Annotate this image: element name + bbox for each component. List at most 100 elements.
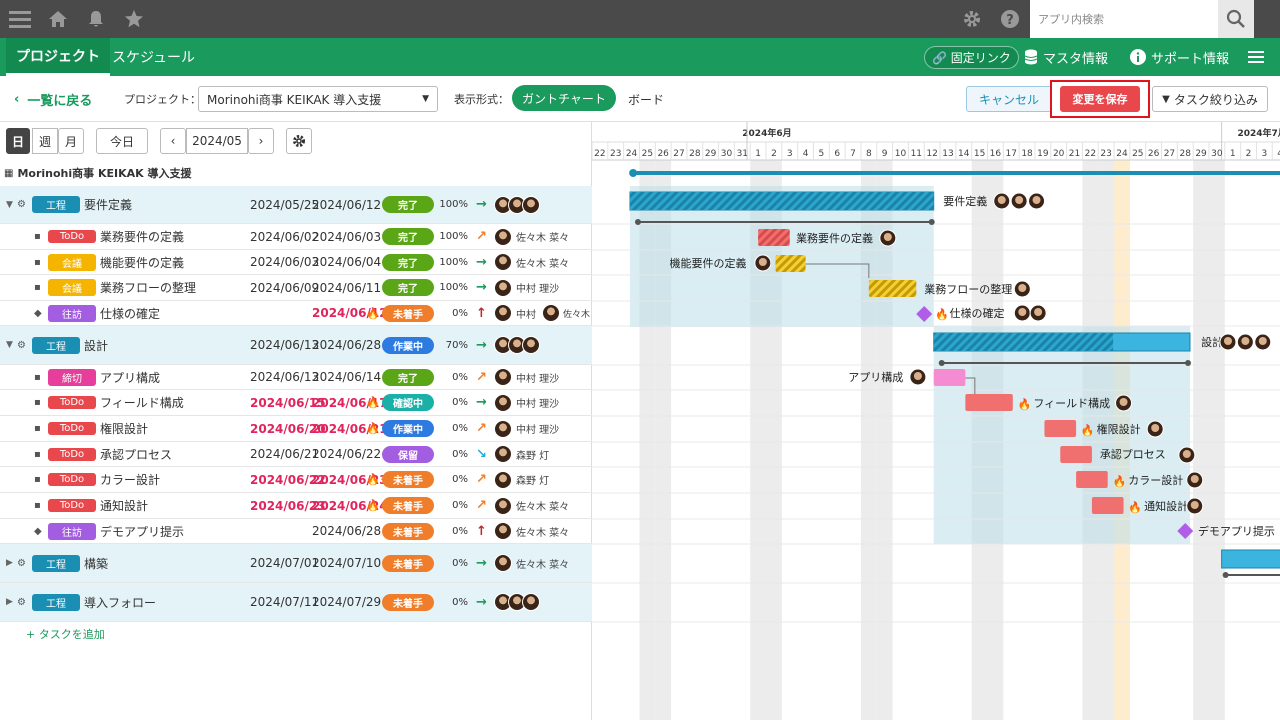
task-row[interactable]: ◆ 往訪 仕様の確定 2024/06/12 🔥 未着手 0% ↑ 中村 佐々木 bbox=[0, 301, 592, 326]
assignee-avatars[interactable]: 森野 灯 bbox=[494, 467, 549, 492]
assignee-avatars[interactable]: 佐々木 菜々 bbox=[494, 544, 569, 582]
board-view-button[interactable]: ボード bbox=[628, 91, 664, 108]
menu-icon[interactable] bbox=[8, 7, 32, 31]
task-row[interactable]: ▪ 会議 機能要件の定義 2024/06/03 2024/06/04 完了 100% → 佐々木… bbox=[0, 250, 592, 275]
master-info-link[interactable]: マスタ情報 bbox=[1024, 38, 1108, 76]
status-badge-cell[interactable]: 未着手 bbox=[382, 544, 434, 582]
end-date[interactable]: 2024/07/10 bbox=[312, 544, 381, 582]
status-badge[interactable]: 完了 bbox=[382, 279, 434, 296]
task-name[interactable]: 承認プロセス bbox=[100, 442, 172, 466]
status-badge[interactable]: 未着手 bbox=[382, 554, 434, 572]
status-badge-cell[interactable]: 完了 bbox=[382, 224, 434, 249]
status-badge[interactable]: 完了 bbox=[382, 253, 434, 271]
status-badge-cell[interactable]: 完了 bbox=[382, 365, 434, 389]
status-badge[interactable]: 未着手 bbox=[382, 304, 434, 322]
start-date[interactable]: 2024/06/09 bbox=[250, 275, 319, 300]
status-badge[interactable]: 未着手 bbox=[382, 522, 434, 540]
task-row[interactable]: ▪ ToDo フィールド構成 2024/06/15 2024/06/17 🔥 確認中 0% → 中… bbox=[0, 390, 592, 416]
bell-icon[interactable] bbox=[84, 7, 108, 31]
status-badge-cell[interactable]: 完了 bbox=[382, 186, 434, 223]
end-date[interactable]: 2024/06/04 bbox=[312, 250, 381, 274]
end-date[interactable]: 2024/06/22 bbox=[312, 442, 381, 466]
star-icon[interactable] bbox=[122, 7, 146, 31]
expand-toggle-icon[interactable]: ▶ bbox=[6, 544, 13, 582]
start-date[interactable]: 2024/07/01 bbox=[250, 544, 319, 582]
task-name[interactable]: 業務要件の定義 bbox=[100, 224, 184, 249]
start-date[interactable]: 2024/06/02 bbox=[250, 224, 319, 249]
assignee-avatars[interactable]: 佐々木 菜々 bbox=[494, 224, 569, 249]
assignee-avatars[interactable]: 森野 灯 bbox=[494, 442, 549, 466]
task-name[interactable]: 要件定義 bbox=[84, 186, 132, 223]
prev-period-button[interactable]: ‹ bbox=[160, 128, 186, 154]
task-row[interactable]: ▼ ⚙ 工程 要件定義 2024/05/25 2024/06/12 完了 100% → bbox=[0, 186, 592, 224]
expand-toggle-icon[interactable]: ▼ bbox=[6, 326, 13, 364]
hamburger-icon[interactable] bbox=[1248, 38, 1264, 76]
task-name[interactable]: カラー設計 bbox=[100, 467, 160, 492]
gantt-view-button[interactable]: ガントチャート bbox=[512, 85, 616, 111]
task-name[interactable]: フィールド構成 bbox=[100, 390, 184, 415]
assignee-avatars[interactable]: 中村 理沙 bbox=[494, 416, 559, 441]
assignee-avatars[interactable]: 佐々木 菜々 bbox=[494, 519, 569, 543]
status-badge[interactable]: 完了 bbox=[382, 196, 434, 213]
task-name[interactable]: 業務フローの整理 bbox=[100, 275, 196, 300]
cancel-button[interactable]: キャンセル bbox=[966, 86, 1052, 112]
status-badge-cell[interactable]: 作業中 bbox=[382, 416, 434, 441]
end-date[interactable]: 2024/06/11 bbox=[312, 275, 381, 300]
task-row[interactable]: ▪ ToDo 業務要件の定義 2024/06/02 2024/06/03 完了 100% ↗ 佐… bbox=[0, 224, 592, 250]
task-row[interactable]: ▼ ⚙ 工程 設計 2024/06/13 2024/06/28 作業中 70% → bbox=[0, 326, 592, 365]
status-badge[interactable]: 作業中 bbox=[382, 420, 434, 437]
today-button[interactable]: 今日 bbox=[96, 128, 148, 154]
end-date[interactable]: 2024/06/28 bbox=[312, 326, 381, 364]
task-filter-button[interactable]: ▼ タスク絞り込み bbox=[1152, 86, 1268, 112]
end-date[interactable]: 2024/06/12 bbox=[312, 186, 381, 223]
tab-project[interactable]: プロジェクト bbox=[6, 38, 110, 76]
status-badge[interactable]: 完了 bbox=[382, 368, 434, 386]
next-period-button[interactable]: › bbox=[248, 128, 274, 154]
help-icon[interactable]: ? bbox=[998, 7, 1022, 31]
task-name[interactable]: 構築 bbox=[84, 544, 108, 582]
end-date[interactable]: 2024/06/03 bbox=[312, 224, 381, 249]
task-row[interactable]: ◆ 往訪 デモアプリ提示 2024/06/28 未着手 0% ↑ 佐々木 菜々 bbox=[0, 519, 592, 544]
task-name[interactable]: 設計 bbox=[84, 326, 108, 364]
status-badge-cell[interactable]: 作業中 bbox=[382, 326, 434, 364]
status-badge-cell[interactable]: 完了 bbox=[382, 250, 434, 274]
end-date[interactable]: 2024/06/14 bbox=[312, 365, 381, 389]
status-badge[interactable]: 完了 bbox=[382, 228, 434, 245]
task-row[interactable]: ▪ ToDo 通知設計 2024/06/23 2024/06/24 🔥 未着手 0% ↗ 佐々木 … bbox=[0, 493, 592, 519]
support-info-link[interactable]: サポート情報 bbox=[1130, 38, 1229, 76]
status-badge-cell[interactable]: 未着手 bbox=[382, 493, 434, 518]
status-badge-cell[interactable]: 未着手 bbox=[382, 519, 434, 543]
status-badge-cell[interactable]: 保留 bbox=[382, 442, 434, 466]
task-name[interactable]: アプリ構成 bbox=[100, 365, 160, 389]
task-name[interactable]: デモアプリ提示 bbox=[100, 519, 184, 543]
save-button[interactable]: 変更を保存 bbox=[1060, 86, 1140, 112]
task-row[interactable]: ▶ ⚙ 工程 導入フォロー 2024/07/11 2024/07/29 未着手 0% → bbox=[0, 583, 592, 622]
status-badge-cell[interactable]: 未着手 bbox=[382, 583, 434, 621]
task-name[interactable]: 権限設計 bbox=[100, 416, 148, 441]
month-view-button[interactable]: 月 bbox=[58, 128, 84, 154]
start-date[interactable]: 2024/06/03 bbox=[250, 250, 319, 274]
task-row[interactable]: ▪ ToDo 承認プロセス 2024/06/21 2024/06/22 保留 0% ↘ 森野 灯 bbox=[0, 442, 592, 467]
gear-icon[interactable] bbox=[960, 7, 984, 31]
status-badge[interactable]: 未着手 bbox=[382, 471, 434, 488]
assignee-avatars[interactable]: 中村 佐々木 bbox=[494, 301, 590, 325]
status-badge-cell[interactable]: 未着手 bbox=[382, 467, 434, 492]
expand-toggle-icon[interactable]: ▼ bbox=[6, 186, 13, 223]
start-date[interactable]: 2024/05/25 bbox=[250, 186, 319, 223]
end-date[interactable]: 2024/07/29 bbox=[312, 583, 381, 621]
assignee-avatars[interactable] bbox=[494, 326, 540, 364]
assignee-avatars[interactable]: 佐々木 菜々 bbox=[494, 250, 569, 274]
status-badge[interactable]: 未着手 bbox=[382, 593, 434, 611]
start-date[interactable]: 2024/06/21 bbox=[250, 442, 319, 466]
assignee-avatars[interactable]: 中村 理沙 bbox=[494, 275, 559, 300]
gantt-settings-button[interactable] bbox=[286, 128, 312, 154]
status-badge[interactable]: 未着手 bbox=[382, 497, 434, 514]
status-badge[interactable]: 作業中 bbox=[382, 336, 434, 354]
status-badge[interactable]: 確認中 bbox=[382, 394, 434, 411]
assignee-avatars[interactable]: 中村 理沙 bbox=[494, 365, 559, 389]
assignee-avatars[interactable] bbox=[494, 186, 540, 223]
day-view-button[interactable]: 日 bbox=[6, 128, 30, 154]
search-button[interactable] bbox=[1218, 0, 1254, 38]
search-input[interactable]: アプリ内検索 bbox=[1030, 0, 1218, 38]
expand-toggle-icon[interactable]: ▶ bbox=[6, 583, 13, 621]
